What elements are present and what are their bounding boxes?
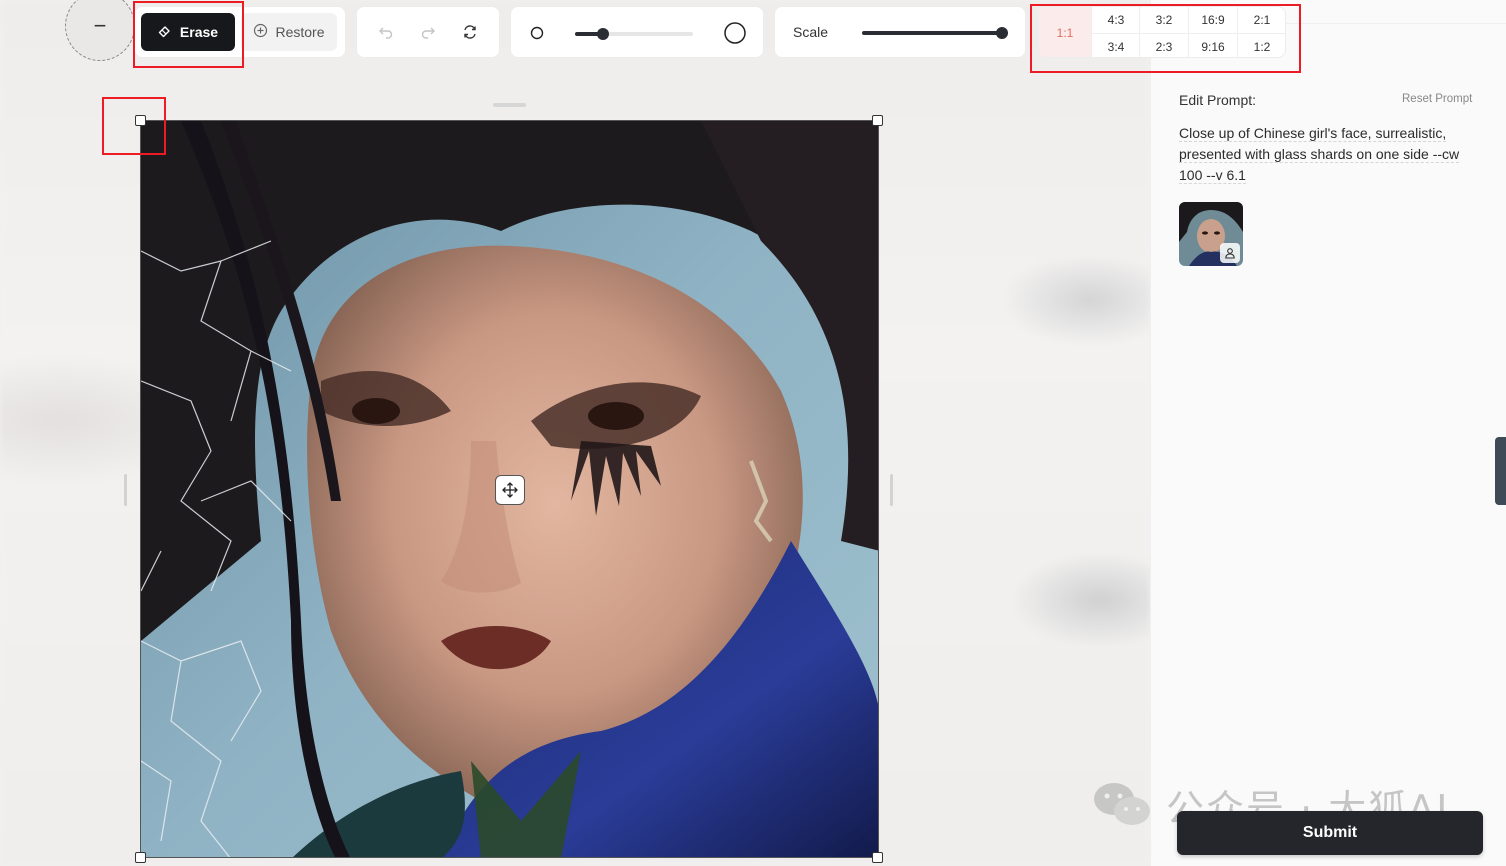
move-button[interactable]: [495, 475, 525, 505]
prompt-line: Close up of Chinese girl's face, surreal…: [1179, 125, 1447, 142]
minus-icon: −: [93, 13, 107, 38]
ratio-2-1[interactable]: 2:1: [1237, 7, 1285, 33]
erase-button[interactable]: Erase: [141, 13, 235, 51]
resize-handle-top-left[interactable]: [135, 115, 146, 126]
scale-knob[interactable]: [995, 27, 1008, 39]
brush-size-knob[interactable]: [597, 28, 610, 40]
restore-button[interactable]: Restore: [241, 13, 337, 51]
ratio-3-4[interactable]: 3:4: [1091, 33, 1140, 57]
eraser-icon: [158, 24, 172, 41]
resize-handle-bottom-right[interactable]: [872, 852, 883, 863]
reset-button[interactable]: [455, 17, 485, 47]
undo-button[interactable]: [371, 17, 401, 47]
canvas-top-grip[interactable]: [493, 103, 526, 107]
submit-button[interactable]: Submit: [1177, 811, 1483, 855]
redo-button[interactable]: [413, 17, 443, 47]
scale-group: Scale: [774, 6, 1026, 58]
restore-label: Restore: [275, 24, 325, 40]
resize-handle-top-right[interactable]: [872, 115, 883, 126]
refresh-icon: [464, 25, 476, 39]
small-brush-icon: [530, 26, 544, 40]
move-arrows-icon: [502, 482, 518, 498]
redo-icon: [421, 27, 435, 39]
reset-prompt-link[interactable]: Reset Prompt: [1402, 93, 1472, 105]
brush-size-group: [510, 6, 764, 58]
ratio-9-16[interactable]: 9:16: [1188, 33, 1237, 57]
ratio-3-2[interactable]: 3:2: [1139, 7, 1188, 33]
canvas-left-grip[interactable]: [124, 474, 127, 506]
ratio-16-9[interactable]: 16:9: [1188, 7, 1237, 33]
aspect-ratio-group: 1:1 4:3 3:2 16:9 2:1 3:4 2:3 9:16 1:2: [1038, 6, 1286, 58]
scale-slider[interactable]: [862, 27, 1008, 39]
prompt-text-input[interactable]: Close up of Chinese girl's face, surreal…: [1179, 123, 1487, 186]
ratio-2-3[interactable]: 2:3: [1139, 33, 1188, 57]
scale-fill: [862, 31, 1002, 35]
prompt-line: presented with glass shards on one side …: [1179, 146, 1460, 163]
canvas-right-grip[interactable]: [890, 474, 893, 506]
undo-icon: [379, 27, 393, 39]
resize-handle-bottom-left[interactable]: [135, 852, 146, 863]
edit-prompt-label: Edit Prompt:: [1179, 92, 1257, 108]
plus-circle-icon: [253, 23, 268, 41]
ratio-4-3[interactable]: 4:3: [1091, 7, 1140, 33]
prompt-line: 100 --v 6.1: [1179, 167, 1246, 184]
scale-label: Scale: [793, 24, 829, 40]
large-brush-icon: [724, 22, 746, 44]
brush-size-slider[interactable]: [575, 28, 693, 40]
erase-label: Erase: [179, 24, 219, 40]
reference-thumbnail[interactable]: [1179, 202, 1243, 266]
ratio-1-2[interactable]: 1:2: [1237, 33, 1285, 57]
person-icon: [1220, 243, 1240, 263]
mode-toggle-group: Erase Restore: [134, 6, 346, 58]
side-drawer-tab[interactable]: [1495, 437, 1506, 505]
history-group: [356, 6, 500, 58]
ratio-1-1[interactable]: 1:1: [1039, 7, 1091, 57]
